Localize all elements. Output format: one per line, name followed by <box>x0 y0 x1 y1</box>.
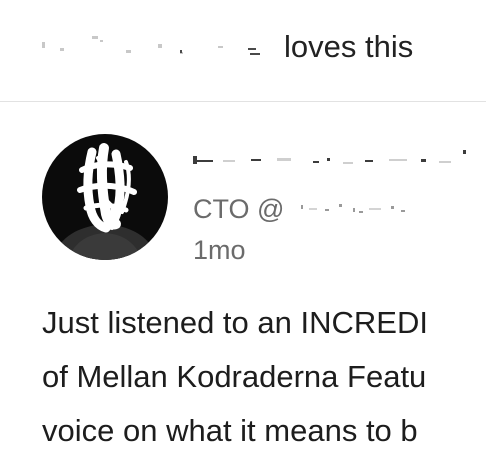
activity-action-text: loves this <box>284 29 414 64</box>
post-timestamp: 1mo <box>193 235 246 265</box>
author-avatar[interactable] <box>42 134 168 260</box>
activity-header: loves this <box>0 0 486 102</box>
post-body-line: Just listened to an INCREDI <box>42 305 428 340</box>
author-headline: CTO @ <box>193 194 285 224</box>
redacted-author-name[interactable] <box>193 148 483 170</box>
redacted-company-name <box>300 204 405 213</box>
redacted-actor-name[interactable] <box>40 32 266 60</box>
avatar-image <box>42 134 168 260</box>
post-body-line: voice on what it means to b <box>42 413 418 448</box>
post-body-line: of Mellan Kodraderna Featu <box>42 359 427 394</box>
divider <box>0 101 486 102</box>
post-body[interactable]: Just listened to an INCREDI of Mellan Ko… <box>42 296 486 456</box>
author-headline-row: CTO @ <box>193 190 425 228</box>
feed-item: loves this CTO @ 1mo Just listened to an… <box>0 0 486 456</box>
